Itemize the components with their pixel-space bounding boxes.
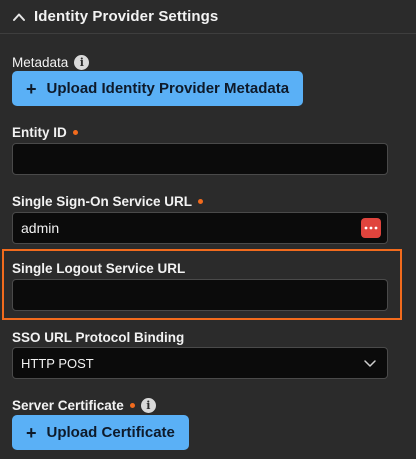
chevron-up-icon[interactable] <box>12 10 26 24</box>
protocol-binding-label-wrap: SSO URL Protocol Binding <box>12 328 184 346</box>
plus-icon: + <box>26 422 37 443</box>
required-indicator <box>72 129 78 135</box>
server-certificate-label-wrap: Server Certificate i <box>12 396 156 414</box>
upload-certificate-label: Upload Certificate <box>46 424 175 441</box>
required-indicator <box>129 402 135 408</box>
entity-id-label: Entity ID <box>12 124 67 140</box>
info-icon[interactable]: i <box>140 397 156 413</box>
info-icon[interactable]: i <box>74 54 90 70</box>
slo-url-label-wrap: Single Logout Service URL <box>12 259 185 277</box>
sso-url-value: admin <box>21 220 60 236</box>
sso-url-input-wrap: admin <box>12 212 388 244</box>
upload-certificate-wrapper: + Upload Certificate <box>12 415 189 450</box>
protocol-binding-select-wrap: HTTP POST <box>12 347 388 379</box>
slo-url-label: Single Logout Service URL <box>12 260 186 276</box>
metadata-field: Metadata i <box>12 53 90 71</box>
sso-url-label-wrap: Single Sign-On Service URL <box>12 192 204 210</box>
sso-url-label: Single Sign-On Service URL <box>12 193 193 209</box>
upload-certificate-button[interactable]: + Upload Certificate <box>12 415 189 450</box>
section-title: Identity Provider Settings <box>34 8 219 25</box>
protocol-binding-select[interactable]: HTTP POST <box>12 347 388 379</box>
entity-id-label-row: Entity ID <box>12 123 78 141</box>
metadata-label: Metadata <box>12 54 69 70</box>
slo-url-input[interactable] <box>12 279 388 311</box>
protocol-binding-label: SSO URL Protocol Binding <box>12 329 185 345</box>
sso-url-input[interactable]: admin <box>12 212 388 244</box>
entity-id-label-wrap: Entity ID <box>12 123 78 141</box>
upload-metadata-wrapper: + Upload Identity Provider Metadata <box>12 71 304 106</box>
protocol-binding-label-row: SSO URL Protocol Binding <box>12 328 184 346</box>
plus-icon: + <box>26 78 37 99</box>
slo-url-label-row: Single Logout Service URL <box>12 259 185 277</box>
password-manager-icon[interactable] <box>361 218 381 238</box>
slo-url-input-wrap <box>12 279 388 311</box>
metadata-label-row: Metadata i <box>12 53 90 71</box>
entity-id-input[interactable] <box>12 143 388 175</box>
server-certificate-label: Server Certificate <box>12 397 124 413</box>
protocol-binding-value: HTTP POST <box>21 355 94 371</box>
required-indicator <box>198 198 204 204</box>
identity-provider-settings-panel: Identity Provider Settings Metadata i + … <box>0 0 416 459</box>
entity-id-input-wrap <box>12 143 388 175</box>
upload-metadata-button[interactable]: + Upload Identity Provider Metadata <box>12 71 304 106</box>
sso-url-label-row: Single Sign-On Service URL <box>12 192 204 210</box>
section-header[interactable]: Identity Provider Settings <box>0 0 416 34</box>
chevron-down-icon <box>364 360 376 367</box>
server-certificate-label-row: Server Certificate i <box>12 396 156 414</box>
upload-metadata-label: Upload Identity Provider Metadata <box>46 80 290 97</box>
dots-icon <box>364 226 378 230</box>
